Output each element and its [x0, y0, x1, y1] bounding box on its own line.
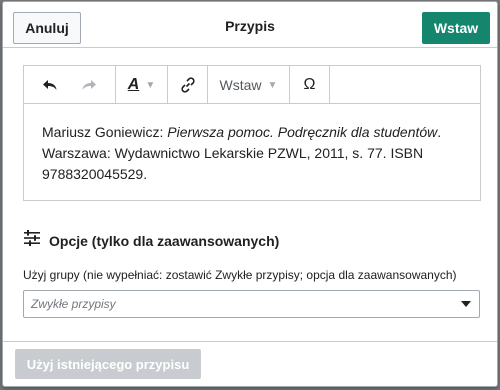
reference-editor: A ▼ Wstaw ▼ Ω Mariusz Goniewicz: Pierwsz…	[23, 65, 481, 201]
chevron-down-icon: ▼	[145, 79, 156, 91]
chevron-down-icon: ▼	[267, 79, 278, 91]
link-group	[168, 66, 208, 104]
history-group	[24, 66, 116, 104]
options-title: Opcje (tylko dla zaawansowanych)	[49, 232, 280, 249]
dropdown-arrow-icon	[461, 301, 471, 307]
settings-sliders-icon	[23, 230, 41, 251]
text-style-icon: A	[127, 76, 140, 93]
reference-isbn: 9788320045529.	[42, 166, 148, 182]
reference-dialog: Anuluj Przypis Wstaw A ▼ Wstaw ▼ Ω Mariu…	[2, 1, 498, 387]
use-existing-reference-button[interactable]: Użyj istniejącego przypisu	[15, 349, 201, 379]
special-character-group: Ω	[290, 66, 330, 104]
text-style-dropdown[interactable]: A ▼	[116, 66, 168, 104]
editor-toolbar: A ▼ Wstaw ▼ Ω	[24, 66, 480, 104]
insert-menu-label: Wstaw	[219, 77, 262, 93]
reference-author: Mariusz Goniewicz:	[42, 124, 168, 140]
footer-divider	[3, 341, 497, 342]
reference-title: Pierwsza pomoc. Podręcznik dla studentów	[167, 124, 438, 140]
reference-title-end: .	[437, 124, 442, 140]
group-select-placeholder: Zwykłe przypisy	[31, 297, 116, 311]
reference-text[interactable]: Mariusz Goniewicz: Pierwsza pomoc. Podrę…	[42, 122, 472, 185]
group-select[interactable]: Zwykłe przypisy	[23, 290, 480, 318]
redo-icon[interactable]	[81, 66, 97, 104]
insert-button[interactable]: Wstaw	[422, 12, 490, 44]
insert-menu[interactable]: Wstaw ▼	[208, 66, 290, 104]
link-icon[interactable]	[179, 66, 197, 104]
undo-icon[interactable]	[42, 66, 58, 104]
reference-publisher: Warszawa: Wydawnictwo Lekarskie PZWL, 20…	[42, 145, 424, 161]
dialog-header: Anuluj Przypis Wstaw	[3, 2, 497, 48]
special-character-icon[interactable]: Ω	[304, 66, 316, 104]
advanced-options-header: Opcje (tylko dla zaawansowanych)	[23, 230, 279, 251]
group-field-label: Użyj grupy (nie wypełniać: zostawić Zwyk…	[23, 268, 457, 282]
